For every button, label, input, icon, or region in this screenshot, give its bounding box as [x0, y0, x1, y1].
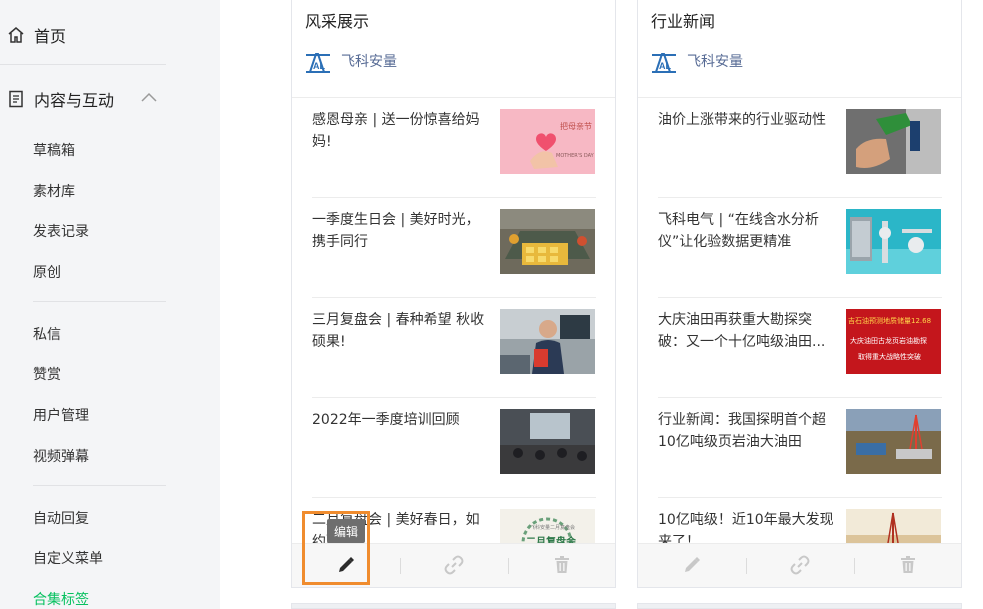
article-title: 大庆油田再获重大勘探突破：又一个十亿吨级油田... — [658, 312, 826, 350]
article-thumbnail: 把母亲节 MOTHER'S DAY — [500, 109, 595, 174]
trash-icon — [900, 555, 916, 578]
card-title: 风采展示 — [305, 12, 370, 31]
delete-button[interactable] — [508, 544, 615, 587]
card-title: 行业新闻 — [651, 12, 716, 31]
nav-content-section[interactable]: 内容与互动 — [6, 87, 114, 111]
sidebar-item-messages[interactable]: 私信 — [33, 324, 61, 344]
svg-text:大庆油田古龙页岩油勘探: 大庆油田古龙页岩油勘探 — [850, 336, 927, 345]
article-title: 行业新闻：我国探明首个超10亿吨级页岩油大油田 — [658, 412, 826, 450]
nav-home[interactable]: 首页 — [6, 23, 66, 47]
account-info: AL 飞科安量 — [651, 48, 743, 74]
account-name[interactable]: 飞科安量 — [687, 51, 743, 71]
sidebar-divider — [33, 485, 166, 486]
article-title: 飞科电气 | “在线含水分析仪”让化验数据更精准 — [658, 212, 819, 250]
account-logo-icon: AL — [651, 48, 677, 74]
account-logo-icon: AL — [305, 48, 331, 74]
chevron-up-icon[interactable] — [140, 89, 158, 108]
sidebar-divider — [0, 64, 166, 65]
article-thumbnail — [846, 109, 941, 174]
article-title: 2022年一季度培训回顾 — [312, 412, 460, 428]
svg-text:AL: AL — [659, 61, 671, 71]
sidebar-item-published[interactable]: 发表记录 — [33, 221, 89, 241]
article-thumbnail — [500, 209, 595, 274]
link-button[interactable] — [746, 544, 854, 587]
collection-card: 行业新闻 AL 飞科安量 油价上涨带来的行业驱动性 飞科电气 | “在线含水分析… — [637, 0, 962, 588]
article-item[interactable]: 感恩母亲 | 送一份惊喜给妈妈! 把母亲节 MOTHER'S DAY — [312, 98, 596, 198]
svg-text:AL: AL — [313, 61, 325, 71]
article-thumbnail — [846, 409, 941, 474]
sidebar-item-library[interactable]: 素材库 — [33, 181, 75, 201]
nav-content-label: 内容与互动 — [34, 91, 115, 110]
account-name[interactable]: 飞科安量 — [341, 51, 397, 71]
article-title: 油价上涨带来的行业驱动性 — [658, 112, 826, 128]
next-card-edge — [637, 603, 962, 609]
article-thumbnail: 吉石油预测地质储量12.68 大庆油田古龙页岩油勘探 取得重大战略性突破 — [846, 309, 941, 374]
article-title: 感恩母亲 | 送一份惊喜给妈妈! — [312, 112, 480, 150]
delete-button[interactable] — [854, 544, 961, 587]
sidebar-item-users[interactable]: 用户管理 — [33, 405, 89, 425]
article-item[interactable]: 2022年一季度培训回顾 — [312, 398, 596, 498]
article-item[interactable]: 飞科电气 | “在线含水分析仪”让化验数据更精准 — [658, 198, 942, 298]
edit-tooltip: 编辑 — [327, 519, 365, 543]
sidebar-item-custom-menu[interactable]: 自定义菜单 — [33, 548, 103, 568]
card-toolbar — [638, 543, 961, 587]
link-button[interactable] — [400, 544, 508, 587]
pencil-icon — [683, 556, 701, 578]
article-thumbnail — [500, 309, 595, 374]
sidebar-item-collection-tags[interactable]: 合集标签 — [33, 589, 89, 609]
article-item[interactable]: 行业新闻：我国探明首个超10亿吨级页岩油大油田 — [658, 398, 942, 498]
sidebar: 首页 内容与互动 草稿箱 素材库 发表记录 原创 私信 赞赏 用户管理 视频弹幕… — [0, 0, 220, 609]
article-thumbnail — [500, 409, 595, 474]
sidebar-divider — [33, 301, 166, 302]
article-title: 三月复盘会 | 春种希望 秋收硕果! — [312, 312, 485, 350]
sidebar-item-original[interactable]: 原创 — [33, 262, 61, 282]
account-info: AL 飞科安量 — [305, 48, 397, 74]
collection-card: 风采展示 AL 飞科安量 感恩母亲 | 送一份惊喜给妈妈! 把母亲节 MOTHE… — [291, 0, 616, 588]
article-title: 一季度生日会 | 美好时光，携手同行 — [312, 212, 480, 250]
link-icon — [790, 555, 810, 579]
trash-icon — [554, 555, 570, 578]
edit-button[interactable] — [638, 544, 746, 587]
document-icon — [6, 89, 26, 109]
next-card-edge — [291, 603, 616, 609]
svg-text:吉石油预测地质储量12.68: 吉石油预测地质储量12.68 — [848, 316, 931, 325]
nav-home-label: 首页 — [34, 27, 67, 46]
sidebar-item-video-danmaku[interactable]: 视频弹幕 — [33, 446, 89, 466]
article-item[interactable]: 三月复盘会 | 春种希望 秋收硕果! — [312, 298, 596, 398]
article-item[interactable]: 油价上涨带来的行业驱动性 — [658, 98, 942, 198]
link-icon — [444, 555, 464, 579]
article-item[interactable]: 一季度生日会 | 美好时光，携手同行 — [312, 198, 596, 298]
sidebar-item-auto-reply[interactable]: 自动回复 — [33, 508, 89, 528]
svg-text:飞科安量二月复盘会: 飞科安量二月复盘会 — [530, 524, 575, 531]
article-item[interactable]: 大庆油田再获重大勘探突破：又一个十亿吨级油田... 吉石油预测地质储量12.68… — [658, 298, 942, 398]
svg-text:MOTHER'S DAY: MOTHER'S DAY — [556, 153, 595, 159]
app-root: 首页 内容与互动 草稿箱 素材库 发表记录 原创 私信 赞赏 用户管理 视频弹幕… — [0, 0, 983, 609]
svg-text:取得重大战略性突破: 取得重大战略性突破 — [858, 352, 921, 361]
sidebar-item-drafts[interactable]: 草稿箱 — [33, 140, 75, 160]
article-thumbnail — [846, 209, 941, 274]
home-icon — [6, 25, 26, 45]
svg-text:把母亲节: 把母亲节 — [560, 121, 592, 131]
sidebar-item-rewards[interactable]: 赞赏 — [33, 364, 61, 384]
